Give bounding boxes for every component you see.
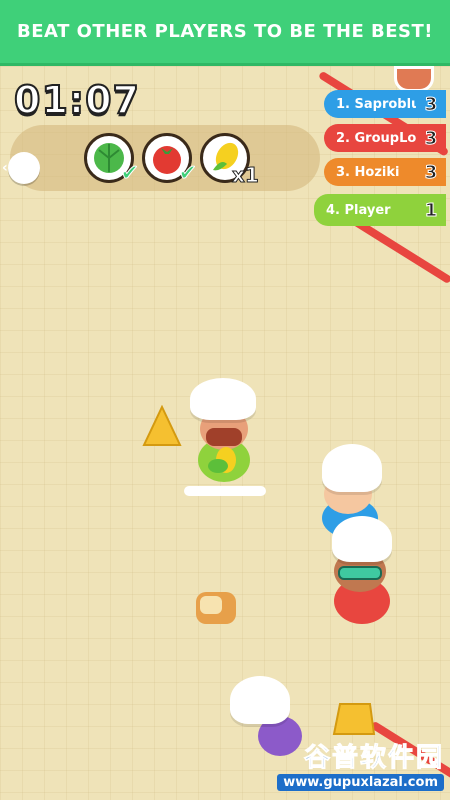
check-icon: ✔	[120, 161, 139, 187]
promo-banner: BEAT OTHER PLAYERS TO BE THE BEST!	[0, 0, 450, 66]
banner-text: BEAT OTHER PLAYERS TO BE THE BEST!	[17, 21, 433, 42]
match-timer: 01:07	[13, 77, 140, 123]
corn-count: x1	[232, 163, 260, 188]
leaderboard-row-player: 4. Player 1	[314, 194, 446, 226]
game-screen: BEAT OTHER PLAYERS TO BE THE BEST! 01:07…	[0, 0, 450, 800]
leaderboard-name: 1. Saproblu	[336, 96, 416, 112]
leaderboard-row: 1. Saproblu 3	[324, 90, 446, 118]
leaderboard-score: 3	[424, 93, 438, 115]
carry-progress-bar	[184, 486, 266, 496]
order-slot-cabbage: ✔	[84, 133, 140, 187]
leaderboard-score: 3	[424, 161, 438, 183]
watermark-url: www.gupuxlazal.com	[277, 774, 444, 791]
opponent-chef-red	[320, 516, 404, 624]
player-chef	[184, 378, 264, 488]
check-icon: ✔	[178, 161, 197, 187]
basket-icon	[394, 66, 434, 92]
watermark-title: 谷普软件园	[303, 743, 444, 774]
chevron-left-icon: ‹	[2, 160, 8, 176]
leaderboard-row: 2. GroupLo 3	[324, 124, 446, 152]
leaderboard-name: 2. GroupLo	[336, 130, 416, 146]
leaderboard-score: 1	[424, 199, 438, 221]
leaderboard-row: 3. Hoziki 3	[324, 158, 446, 186]
leaderboard-score: 3	[424, 127, 438, 149]
corn-icon	[208, 447, 236, 473]
cheese-item	[142, 405, 182, 446]
order-slot-tomato: ✔	[142, 133, 198, 187]
leaderboard-name: 4. Player	[326, 202, 391, 218]
order-toggle-button[interactable]	[8, 152, 40, 184]
bread-item	[196, 592, 236, 624]
leaderboard-name: 3. Hoziki	[336, 164, 400, 180]
watermark: 谷普软件园 www.gupuxlazal.com	[232, 728, 450, 800]
